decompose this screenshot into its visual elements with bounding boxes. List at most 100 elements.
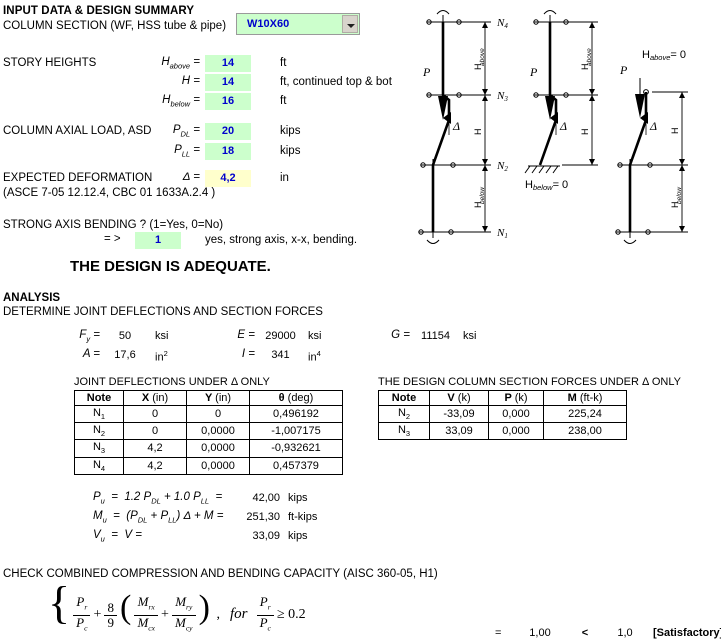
mry-mcy-fraction: Mry Mcy bbox=[171, 595, 196, 635]
column-diagram-case-1: P Δ H above H H below N4 N3 N2 N1 bbox=[415, 0, 525, 245]
limit-value: 1,0 bbox=[617, 627, 633, 639]
i-value: 341 bbox=[271, 349, 290, 361]
cell-x: 4,2 bbox=[123, 439, 187, 458]
dim-mid-label: H bbox=[580, 129, 590, 136]
cell-v: 33,09 bbox=[429, 422, 489, 441]
mrx-mcx-fraction: Mrx Mcx bbox=[134, 595, 158, 635]
cell-x: 0 bbox=[123, 404, 187, 424]
cell-m: 238,00 bbox=[543, 422, 627, 441]
mu-equation: Mu = (PDL + PLL) Δ + M = bbox=[93, 510, 224, 525]
p-dl-unit: kips bbox=[280, 125, 301, 137]
column-section-label: COLUMN SECTION (WF, HSS tube & pipe) bbox=[3, 20, 227, 32]
cell-note: N1 bbox=[74, 404, 124, 424]
vu-unit: kips bbox=[288, 530, 308, 542]
node-label-n1: N1 bbox=[496, 227, 508, 240]
cell-y: 0 bbox=[186, 404, 250, 424]
fy-value: 50 bbox=[118, 330, 132, 342]
e-value: 29000 bbox=[265, 330, 296, 342]
table-header-row: Note X (in) Y (in) θ (deg) bbox=[74, 390, 343, 406]
col-y: Y (in) bbox=[186, 390, 250, 406]
dim-below-sub: below bbox=[676, 186, 683, 204]
load-label: P bbox=[529, 65, 538, 79]
col-theta: θ (deg) bbox=[249, 390, 343, 406]
node-label-n3: N3 bbox=[496, 90, 508, 103]
delta-label: Δ = bbox=[182, 171, 200, 183]
cell-m: 225,24 bbox=[543, 404, 627, 424]
col-v: V (k) bbox=[429, 390, 489, 406]
strong-axis-question: STRONG AXIS BENDING ? (1=Yes, 0=No) bbox=[3, 219, 224, 231]
dim-below-sub: below bbox=[479, 186, 486, 204]
axial-load-label: COLUMN AXIAL LOAD, ASD bbox=[3, 125, 152, 137]
status-badge: [Satisfactory] bbox=[653, 627, 721, 639]
cell-x: 0 bbox=[123, 422, 187, 441]
table-row: N3 4,2 0,0000 -0,932621 bbox=[74, 439, 343, 458]
paren-close-icon: ) bbox=[198, 589, 210, 626]
cell-x: 4,2 bbox=[123, 456, 187, 475]
page-title: INPUT DATA & DESIGN SUMMARY bbox=[3, 5, 195, 17]
strong-axis-input[interactable]: 1 bbox=[135, 232, 181, 249]
delta-input[interactable]: 4,2 bbox=[205, 170, 251, 187]
interaction-equation: { Pr Pc + 8 9 ( Mrx Mcx + Mry Mcy ) , fo… bbox=[48, 577, 306, 635]
fy-label: Fy = bbox=[79, 329, 100, 344]
forces-table: Note V (k) P (k) M (ft-k) N2 -33,09 0,00… bbox=[378, 390, 627, 441]
col-note: Note bbox=[378, 390, 430, 406]
cell-theta: 0,496192 bbox=[249, 404, 343, 424]
table-header-row: Note V (k) P (k) M (ft-k) bbox=[378, 390, 627, 406]
deflection-table-caption: JOINT DEFLECTIONS UNDER Δ ONLY bbox=[74, 376, 270, 388]
mu-unit: ft-kips bbox=[288, 511, 318, 523]
h-input[interactable]: 14 bbox=[205, 74, 251, 91]
dim-above-sub: above bbox=[479, 48, 486, 66]
load-label: P bbox=[422, 65, 431, 79]
column-member bbox=[628, 92, 648, 232]
case3-note: Habove= 0 bbox=[642, 49, 686, 62]
e-unit: ksi bbox=[308, 330, 322, 342]
node-label-n4: N4 bbox=[496, 17, 508, 30]
p-dl-input[interactable]: 20 bbox=[205, 123, 251, 140]
p-ll-input[interactable]: 18 bbox=[205, 143, 251, 160]
column-diagram-case-3: Habove= 0 P Δ H H below bbox=[612, 0, 721, 245]
comparator: < bbox=[581, 627, 589, 639]
h-above-unit: ft bbox=[280, 57, 287, 69]
h-below-input[interactable]: 16 bbox=[205, 93, 251, 110]
p-ll-unit: kips bbox=[280, 145, 301, 157]
paren-open-icon: ( bbox=[120, 589, 132, 626]
cell-y: 0,0000 bbox=[186, 422, 250, 441]
delta-label: Δ bbox=[452, 119, 460, 133]
deformation-reference: (ASCE 7-05 12.12.4, CBC 01 1633A.2.4 ) bbox=[3, 187, 216, 199]
analysis-heading: ANALYSIS bbox=[3, 292, 61, 304]
result-equals: = bbox=[495, 627, 502, 639]
column-member bbox=[538, 22, 558, 166]
pr-pc-condition-fraction: Pr Pc bbox=[256, 595, 274, 635]
cell-note: N2 bbox=[378, 404, 430, 424]
cell-p: 0,000 bbox=[488, 422, 544, 441]
vu-equation: Vu = V = bbox=[93, 529, 142, 544]
cell-y: 0,0000 bbox=[186, 456, 250, 475]
brace-icon: { bbox=[48, 577, 71, 628]
cell-note: N3 bbox=[74, 439, 124, 458]
area-value: 17,6 bbox=[114, 349, 136, 361]
load-arrow-icon bbox=[635, 94, 645, 118]
cell-y: 0,0000 bbox=[186, 439, 250, 458]
table-row: N2 -33,09 0,000 225,24 bbox=[378, 404, 627, 424]
i-unit: in4 bbox=[308, 349, 321, 364]
h-above-input[interactable]: 14 bbox=[205, 55, 251, 72]
case2-note: Hbelow= 0 bbox=[525, 179, 568, 192]
design-verdict: THE DESIGN IS ADEQUATE. bbox=[70, 258, 271, 275]
h-unit: ft, continued top & bot bbox=[280, 76, 392, 88]
col-x: X (in) bbox=[123, 390, 187, 406]
eight-ninths-fraction: 8 9 bbox=[104, 600, 117, 630]
h-above-label: Habove = bbox=[161, 56, 200, 71]
column-section-dropdown[interactable]: W10X60 bbox=[236, 13, 360, 35]
g-label: G = bbox=[391, 329, 410, 341]
delta-label: Δ bbox=[649, 119, 657, 133]
cell-theta: -0,932621 bbox=[249, 439, 343, 458]
cell-p: 0,000 bbox=[488, 404, 544, 424]
strong-axis-arrow: = > bbox=[104, 233, 121, 245]
delta-label: Δ bbox=[559, 119, 567, 133]
col-m: M (ft-k) bbox=[543, 390, 627, 406]
dim-mid-label: H bbox=[473, 129, 483, 136]
chevron-down-icon[interactable] bbox=[342, 15, 358, 33]
col-p: P (k) bbox=[488, 390, 544, 406]
table-row: N3 33,09 0,000 238,00 bbox=[378, 422, 627, 441]
area-label: A = bbox=[82, 348, 100, 360]
